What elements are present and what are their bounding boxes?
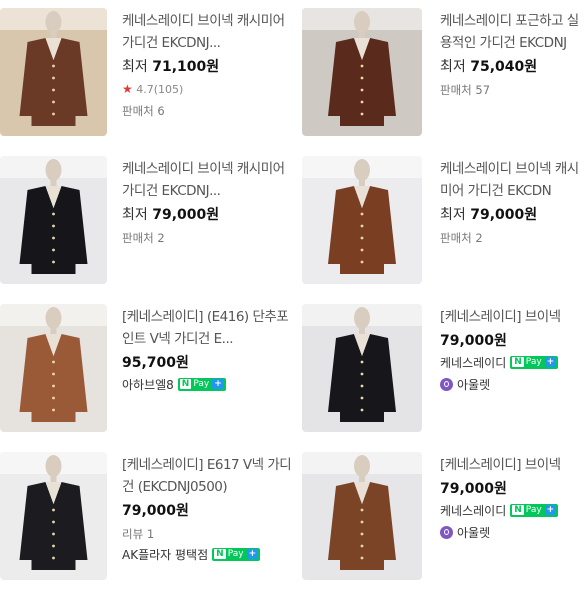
product-title[interactable]: 케네스레이디 포근하고 실용적인 가디건 EKCDNJ (440, 10, 588, 54)
product-price: 79,000원 (470, 207, 538, 223)
product-thumbnail[interactable] (0, 452, 107, 580)
product-card[interactable]: 케네스레이디 포근하고 실용적인 가디건 EKCDNJ 최저 75,040원 판… (294, 0, 588, 148)
product-title[interactable]: [케네스레이디] (E416) 단추포인트 V넥 가디건 E... (122, 306, 294, 350)
npay-badge: N Pay + (212, 548, 261, 561)
price-label: 최저 (122, 59, 148, 75)
npay-badge: N Pay + (177, 378, 226, 391)
product-title[interactable]: 케네스레이디 브이넥 캐시미어 가디건 EKCDNJ... (122, 10, 294, 54)
outlet-icon (440, 526, 453, 539)
product-thumbnail[interactable] (0, 156, 107, 284)
seller-count[interactable]: 판매처 2 (440, 228, 588, 248)
product-card[interactable]: [케네스레이디] (E416) 단추포인트 V넥 가디건 E... 95,700… (0, 296, 294, 444)
product-thumbnail[interactable] (0, 304, 107, 432)
product-thumbnail[interactable] (0, 8, 107, 136)
price-label: 최저 (440, 59, 466, 75)
product-price: 79,000원 (440, 333, 507, 349)
product-title[interactable]: 케네스레이디 브이넥 캐시미어 가디건 EKCDNJ... (122, 158, 294, 202)
product-card[interactable]: [케네스레이디] 브이넥 79,000원 케네스레이디 N Pay + 아울렛 (294, 296, 588, 444)
product-card[interactable]: [케네스레이디] E617 V넥 가디건 (EKCDNJ0500) 79,000… (0, 444, 294, 592)
seller-name[interactable]: 케네스레이디 (440, 356, 506, 370)
product-title[interactable]: [케네스레이디] 브이넥 (440, 454, 588, 476)
product-title[interactable]: 케네스레이디 브이넥 캐시미어 가디건 EKCDN (440, 158, 588, 202)
product-price: 71,100원 (152, 59, 220, 75)
outlet-label[interactable]: 아울렛 (457, 526, 490, 540)
outlet-icon (440, 378, 453, 391)
star-icon: ★ (122, 82, 133, 96)
product-price: 75,040원 (470, 59, 538, 75)
review-count[interactable]: 리뷰 1 (122, 524, 294, 544)
product-title[interactable]: [케네스레이디] E617 V넥 가디건 (EKCDNJ0500) (122, 454, 294, 498)
product-card[interactable]: 케네스레이디 브이넥 캐시미어 가디건 EKCDNJ... 최저 71,100원… (0, 0, 294, 148)
seller-count[interactable]: 판매처 57 (440, 80, 588, 100)
product-thumbnail[interactable] (302, 452, 422, 580)
seller-name[interactable]: 아하브엘8 (122, 378, 174, 392)
seller-name[interactable]: 케네스레이디 (440, 504, 506, 518)
product-card[interactable]: [케네스레이디] 브이넥 79,000원 케네스레이디 N Pay + 아울렛 (294, 444, 588, 592)
outlet-label[interactable]: 아울렛 (457, 378, 490, 392)
seller-name[interactable]: AK플라자 평택점 (122, 548, 208, 562)
rating-text: 4.7(105) (136, 83, 184, 96)
npay-badge: N Pay + (510, 504, 559, 517)
seller-count[interactable]: 판매처 6 (122, 101, 294, 121)
product-thumbnail[interactable] (302, 8, 422, 136)
price-label: 최저 (440, 207, 466, 223)
product-card[interactable]: 케네스레이디 브이넥 캐시미어 가디건 EKCDN 최저 79,000원 판매처… (294, 148, 588, 296)
product-price: 79,000원 (122, 503, 189, 519)
product-price: 79,000원 (152, 207, 220, 223)
product-title[interactable]: [케네스레이디] 브이넥 (440, 306, 588, 328)
product-thumbnail[interactable] (302, 304, 422, 432)
product-thumbnail[interactable] (302, 156, 422, 284)
product-card[interactable]: 케네스레이디 브이넥 캐시미어 가디건 EKCDNJ... 최저 79,000원… (0, 148, 294, 296)
price-label: 최저 (122, 207, 148, 223)
product-price: 95,700원 (122, 355, 189, 371)
product-price: 79,000원 (440, 481, 507, 497)
npay-badge: N Pay + (510, 356, 559, 369)
seller-count[interactable]: 판매처 2 (122, 228, 294, 248)
